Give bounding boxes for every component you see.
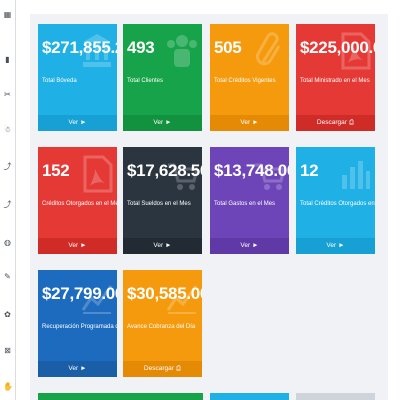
- stat-tile: $17,628.50 Total Sueldos en el Mes Ver ►: [123, 147, 202, 254]
- arrow-circle-right-icon: ►: [80, 119, 87, 126]
- action-label: Ver: [68, 365, 79, 372]
- stat-label: Total Bóveda: [42, 78, 77, 84]
- chart-line-icon[interactable]: ⤴: [3, 162, 12, 171]
- stat-label: Total Sueldos en el Mes: [127, 201, 191, 207]
- view-link[interactable]: Ver ►: [38, 115, 117, 131]
- file-icon: ⎙: [175, 365, 182, 372]
- stat-label: Créditos Otorgados en el Mes: [42, 201, 117, 207]
- top-bar: [30, 0, 388, 15]
- dashboard-icon[interactable]: ▦: [3, 10, 12, 19]
- download-link[interactable]: Descargar ⎙: [296, 115, 375, 131]
- action-label: Descargar: [143, 365, 174, 372]
- stat-label: Total Clientes: [127, 78, 164, 84]
- stat-label: Total Ministrado en el Mes: [300, 78, 370, 84]
- stat-tile: $27,799.00 Recuperación Programada del Dí…: [38, 270, 117, 377]
- view-link[interactable]: Ver ►: [296, 238, 375, 254]
- stat-value: $13,748.00: [214, 161, 289, 180]
- arrow-circle-right-icon: ►: [80, 242, 87, 249]
- partial-card: [210, 393, 289, 400]
- globe-icon[interactable]: ◍: [3, 238, 12, 247]
- gift-icon[interactable]: ✿: [3, 310, 12, 319]
- arrow-circle-right-icon: ►: [80, 365, 87, 372]
- stat-value: 493: [127, 38, 155, 57]
- stat-label: Recuperación Programada del Día: [42, 324, 117, 330]
- view-link[interactable]: Ver ►: [210, 238, 289, 254]
- pdf-icon: [81, 155, 113, 193]
- action-label: Ver: [240, 242, 251, 249]
- action-label: Ver: [153, 119, 164, 126]
- stat-value: $225,000.00: [300, 38, 375, 57]
- action-label: Ver: [326, 242, 337, 249]
- view-link[interactable]: Ver ►: [123, 115, 202, 131]
- stat-tile: 493 Total Clientes Ver ►: [123, 24, 202, 131]
- partial-card: [38, 393, 203, 400]
- partial-card: [296, 393, 375, 400]
- view-link[interactable]: Ver ►: [38, 238, 117, 254]
- dashboard-canvas: $271,855.20Total BóvedaVer►493Total Clie…: [30, 14, 388, 400]
- view-link[interactable]: Ver ►: [210, 115, 289, 131]
- stat-value: $27,799.00: [42, 284, 117, 303]
- stat-tile: 505 Total Créditos Vigentes Ver ►: [210, 24, 289, 131]
- hand-icon[interactable]: ✋: [3, 382, 13, 391]
- stat-tile: $13,748.00 Total Gastos en el Mes Ver ►: [210, 147, 289, 254]
- sidebar: ▦ ▮ ✂ ☃ ⤴ ⤴ ◍ ✎ ✿ ⊠ ✋: [0, 0, 16, 400]
- stat-label: Total Créditos Vigentes: [214, 78, 276, 84]
- stat-tile: 152 Créditos Otorgados en el Mes Ver ►: [38, 147, 117, 254]
- arrow-circle-right-icon: ►: [165, 242, 172, 249]
- view-link[interactable]: Ver ►: [123, 238, 202, 254]
- stat-label: Total Créditos Otorgados en el Día: [300, 201, 375, 207]
- users-icon: [166, 32, 198, 70]
- stat-value: 505: [214, 38, 242, 57]
- building-icon[interactable]: ▮: [3, 55, 12, 64]
- stat-tile: 12 Total Créditos Otorgados en el Día Ver►: [296, 147, 375, 254]
- bar-chart-icon: [339, 155, 371, 193]
- stat-tile: $30,585.00 Avance Cobranza del Día Descarg…: [123, 270, 202, 377]
- stat-value: 152: [42, 161, 70, 180]
- arrow-circle-right-icon: ►: [252, 119, 259, 126]
- stat-label: Total Gastos en el Mes: [214, 201, 276, 207]
- view-link[interactable]: Ver ►: [38, 361, 117, 377]
- paperclip-icon: [253, 32, 285, 70]
- arrow-circle-right-icon: ►: [252, 242, 259, 249]
- action-label: Ver: [68, 242, 79, 249]
- users-icon[interactable]: ☃: [3, 125, 12, 134]
- stat-value: 12: [300, 161, 319, 180]
- stat-value: $30,585.00: [127, 284, 202, 303]
- tools-icon[interactable]: ✂: [3, 90, 12, 99]
- stat-value: $271,855.20: [42, 38, 117, 57]
- stat-tile: $271,855.20 Total Bóveda Ver►: [38, 24, 117, 131]
- stat-label: Avance Cobranza del Día: [127, 324, 196, 330]
- file-icon: ⎙: [348, 119, 355, 126]
- action-label: Ver: [68, 119, 79, 126]
- arrow-circle-right-icon: ►: [165, 119, 172, 126]
- action-label: Descargar: [316, 119, 347, 126]
- arrow-circle-right-icon: ►: [338, 242, 345, 249]
- trend-icon[interactable]: ⤴: [3, 200, 12, 209]
- stat-tile: $225,000.00 Total Ministrado en el Mes Des…: [296, 24, 375, 131]
- action-label: Ver: [240, 119, 251, 126]
- stat-value: $17,628.50: [127, 161, 202, 180]
- close-box-icon[interactable]: ⊠: [3, 346, 12, 355]
- action-label: Ver: [153, 242, 164, 249]
- download-link[interactable]: Descargar ⎙: [123, 361, 202, 377]
- edit-icon[interactable]: ✎: [3, 272, 12, 281]
